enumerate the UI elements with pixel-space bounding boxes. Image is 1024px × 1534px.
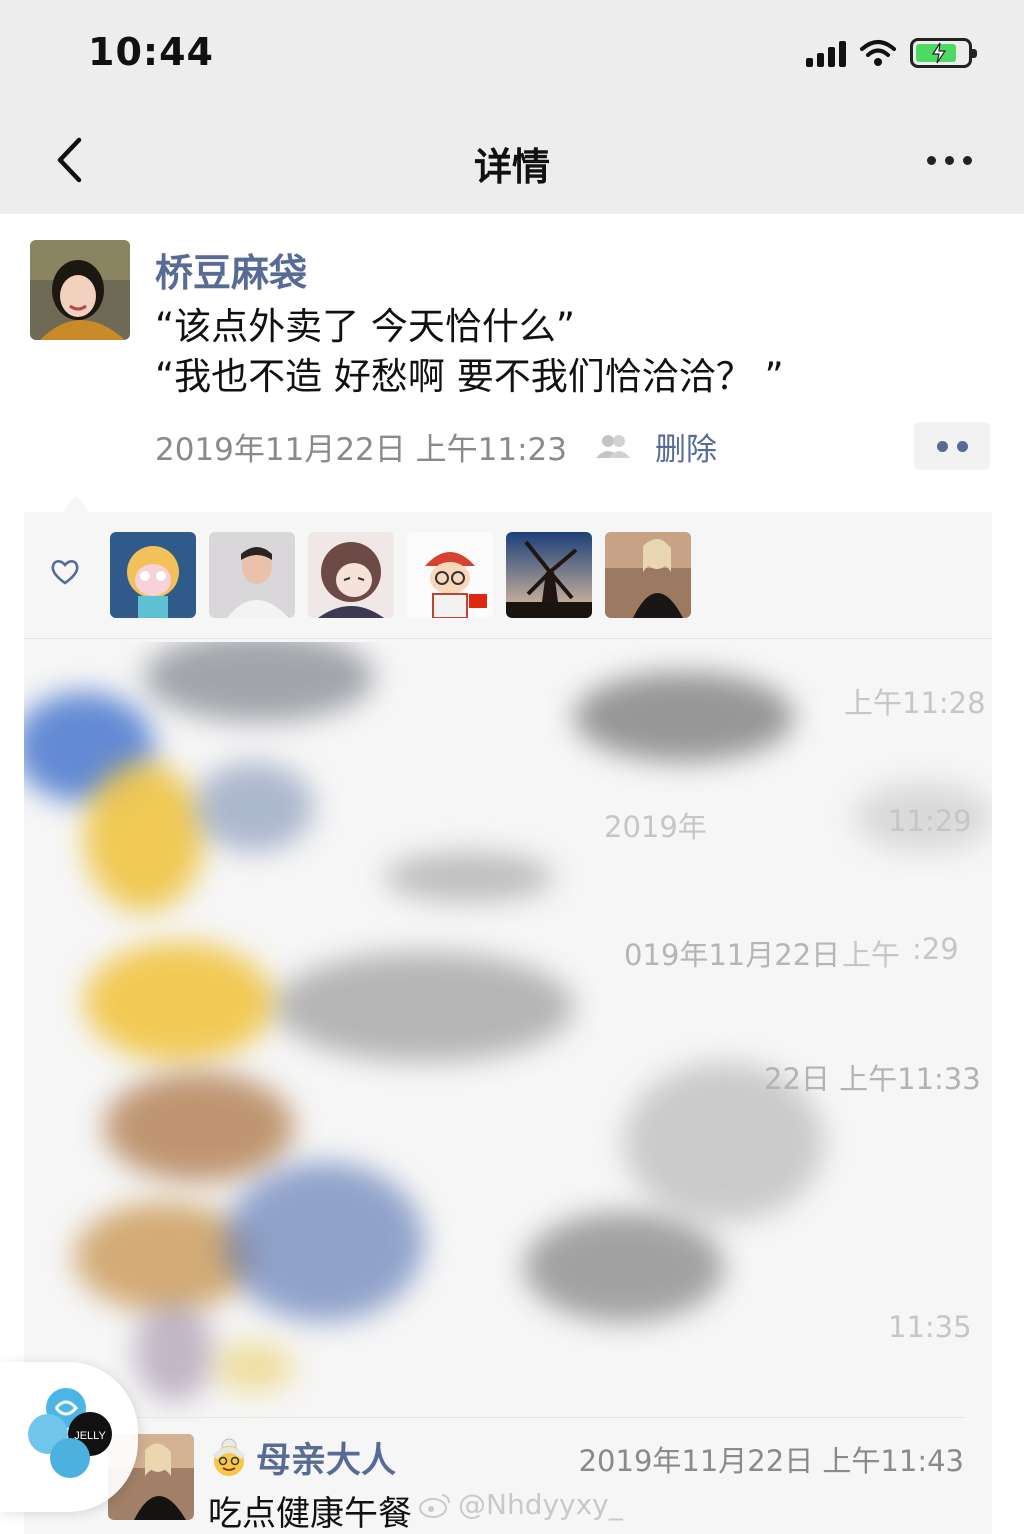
like-row bbox=[24, 532, 992, 622]
status-icons bbox=[806, 36, 977, 70]
author-avatar[interactable] bbox=[30, 240, 130, 340]
commenter-name-group: 母亲大人 bbox=[208, 1432, 396, 1483]
faded-timestamp: 11:35 bbox=[888, 1310, 972, 1344]
blurred-comments: 上午11:28 2019年 11:29 019年11月22日 上午 :29 22… bbox=[24, 642, 992, 1422]
comment-text: 吃点健康午餐 bbox=[208, 1494, 412, 1534]
watermark: @Nhdyyxy_ bbox=[418, 1488, 623, 1521]
heart-outline-icon bbox=[51, 560, 79, 585]
post-line-1: “该点外卖了 今天恰什么” bbox=[155, 305, 576, 348]
page-title: 详情 bbox=[473, 145, 550, 189]
more-horizontal-icon bbox=[926, 155, 936, 165]
wifi-icon bbox=[860, 40, 896, 66]
top-bar: 10:44 详情 bbox=[0, 0, 1024, 214]
more-button[interactable] bbox=[914, 140, 984, 180]
grandma-emoji bbox=[212, 1438, 246, 1476]
post-author[interactable]: 桥豆麻袋 bbox=[155, 242, 307, 297]
like-avatar[interactable] bbox=[308, 532, 394, 618]
delete-link[interactable]: 删除 bbox=[655, 424, 717, 469]
like-avatar[interactable] bbox=[605, 532, 691, 618]
faded-timestamp: 上午 bbox=[842, 938, 901, 972]
comment-time: 2019年11月22日 上午11:43 bbox=[578, 1444, 964, 1478]
like-divider bbox=[24, 638, 992, 639]
post-timestamp: 2019年11月22日 上午11:23 bbox=[155, 432, 567, 468]
floating-app-logo[interactable]: JELLY bbox=[0, 1362, 138, 1512]
faded-timestamp: 11:29 bbox=[888, 804, 972, 838]
battery-icon bbox=[910, 38, 977, 68]
post-meta: 2019年11月22日 上午11:23 删除 bbox=[155, 424, 717, 469]
comment-box: 上午11:28 2019年 11:29 019年11月22日 上午 :29 22… bbox=[24, 496, 992, 1534]
like-avatar[interactable] bbox=[110, 532, 196, 618]
comment-like-menu-button[interactable] bbox=[914, 422, 990, 470]
watermark-text: @Nhdyyxy_ bbox=[458, 1488, 623, 1521]
post-content: “该点外卖了 今天恰什么” “我也不造 好愁啊 要不我们恰洽洽？ ” bbox=[155, 302, 784, 402]
people-icon bbox=[595, 434, 630, 458]
like-avatar[interactable] bbox=[407, 532, 493, 618]
faded-timestamp: 019年11月22日 bbox=[624, 938, 841, 972]
faded-timestamp: 22日 上午11:33 bbox=[764, 1062, 981, 1096]
like-avatar[interactable] bbox=[209, 532, 295, 618]
signal-icon bbox=[806, 39, 846, 67]
faded-timestamp: 上午11:28 bbox=[844, 686, 986, 720]
status-time: 10:44 bbox=[88, 30, 214, 74]
weibo-icon bbox=[419, 1493, 450, 1518]
like-avatar[interactable] bbox=[506, 532, 592, 618]
faded-timestamp: :29 bbox=[912, 932, 959, 966]
faded-timestamp: 2019年 bbox=[604, 810, 707, 844]
commenter-name[interactable]: 母亲大人 bbox=[256, 1432, 396, 1483]
post-line-2: “我也不造 好愁啊 要不我们恰洽洽？ ” bbox=[155, 355, 784, 398]
